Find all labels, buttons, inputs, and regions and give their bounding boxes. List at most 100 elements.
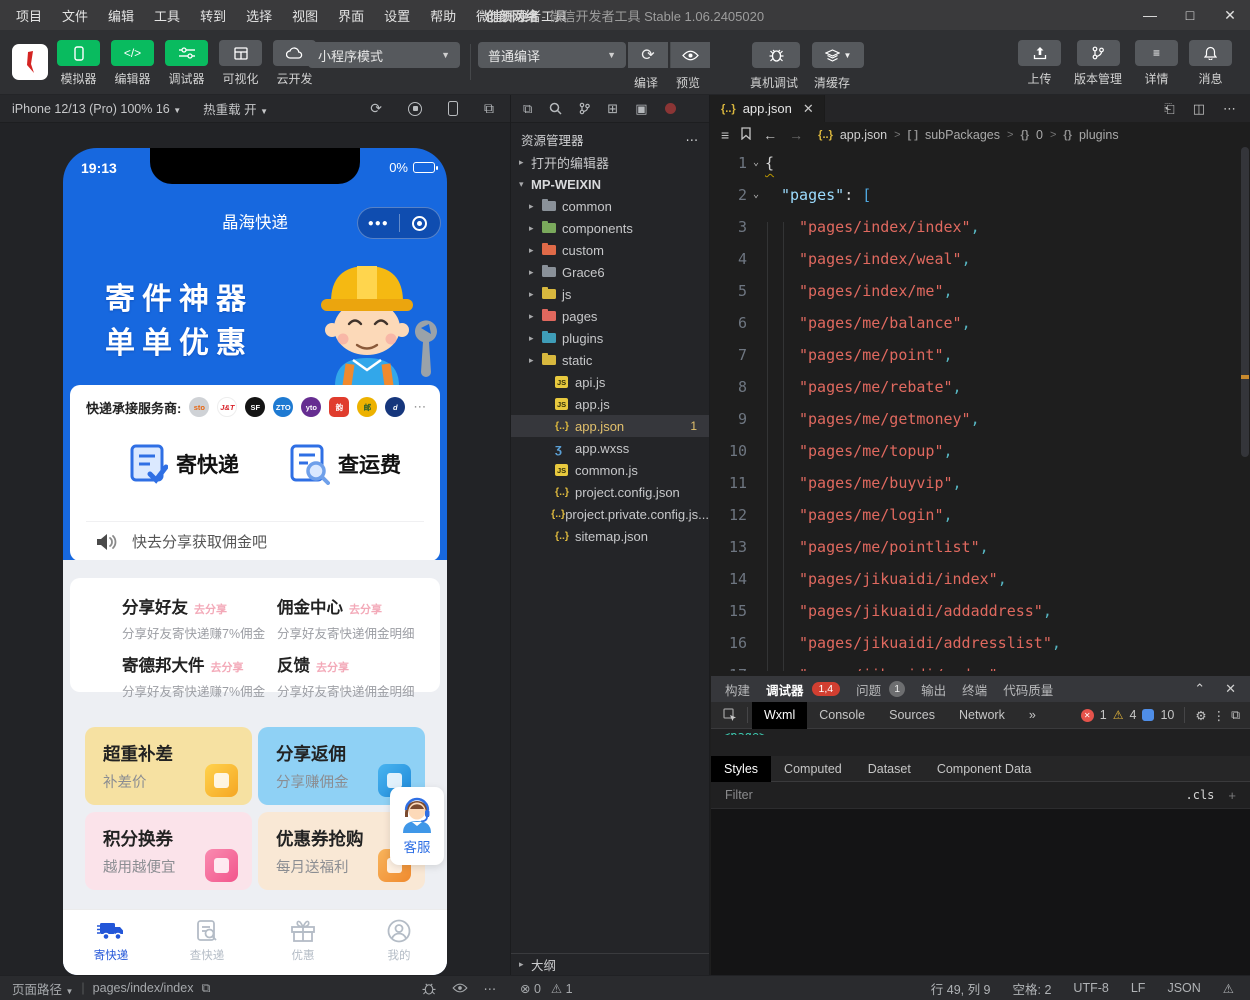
tab-terminal[interactable]: 终端 xyxy=(962,680,987,699)
devtools-tab[interactable]: Network xyxy=(947,702,1017,729)
warning-summary[interactable]: ⚠ 1 xyxy=(551,981,573,996)
tree-item[interactable]: ▸plugins xyxy=(511,327,709,349)
export-icon[interactable]: ▣ xyxy=(635,101,647,117)
tree-item[interactable]: {..}project.config.json xyxy=(511,481,709,503)
copy-icon[interactable]: ⧉ xyxy=(201,981,210,996)
query-freight-button[interactable]: 查运费 xyxy=(288,443,401,485)
tree-item[interactable]: {..}app.json1 xyxy=(511,415,709,437)
menu-item[interactable]: 界面 xyxy=(328,6,374,25)
tree-item[interactable]: ▸custom xyxy=(511,239,709,261)
feature-item[interactable]: 反馈去分享 分享好友寄快递佣金明细 xyxy=(277,652,432,700)
promo-card[interactable]: 超重补差 补差价 xyxy=(85,727,252,805)
breadcrumb[interactable]: ≡ ← → {..}app.json > [ ]subPackages > {}… xyxy=(711,122,1250,147)
simulator-toggle[interactable]: 模拟器 xyxy=(55,40,102,87)
close-panel-icon[interactable]: ✕ xyxy=(1225,681,1236,697)
close-button[interactable]: ✕ xyxy=(1210,0,1250,30)
warning-icon[interactable]: ⚠ xyxy=(1113,708,1124,722)
editor-tab-appjson[interactable]: {..} app.json ✕ xyxy=(711,95,825,122)
fold-icon[interactable]: ⌄ xyxy=(747,179,765,211)
tab-build[interactable]: 构建 xyxy=(725,680,750,699)
coffee-icon[interactable] xyxy=(665,103,676,114)
error-icon[interactable]: ✕ xyxy=(1081,709,1094,722)
tab-coupons[interactable]: 优惠 xyxy=(255,910,351,975)
menu-item[interactable]: 视图 xyxy=(282,6,328,25)
record-icon[interactable] xyxy=(408,102,422,116)
editor-scrollbar[interactable] xyxy=(1240,147,1250,671)
tree-item[interactable]: {..}sitemap.json xyxy=(511,525,709,547)
tree-item[interactable]: ʒapp.wxss xyxy=(511,437,709,459)
eye-icon[interactable] xyxy=(452,983,468,993)
menu-item[interactable]: 编辑 xyxy=(98,6,144,25)
hot-reload-toggle[interactable]: 热重载 开 ▼ xyxy=(203,99,268,118)
tree-item[interactable]: ▸pages xyxy=(511,305,709,327)
bug-icon[interactable] xyxy=(422,982,436,995)
feature-item[interactable]: 佣金中心去分享 分享好友寄快递佣金明细 xyxy=(277,594,432,642)
tree-item[interactable]: ▸js xyxy=(511,283,709,305)
upload-button[interactable]: 上传 xyxy=(1016,40,1063,87)
tab-output[interactable]: 输出 xyxy=(921,680,946,699)
menu-item[interactable]: 设置 xyxy=(374,6,420,25)
split-icon[interactable]: ⊞ xyxy=(607,101,618,117)
info-icon[interactable] xyxy=(1142,709,1154,721)
styles-tab[interactable]: Styles xyxy=(711,756,771,782)
eol-setting[interactable]: LF xyxy=(1131,981,1146,995)
tree-item[interactable]: JSapi.js xyxy=(511,371,709,393)
search-icon[interactable] xyxy=(549,102,562,115)
mode-select[interactable]: 小程序模式▼ xyxy=(308,42,460,68)
code-area[interactable]: 1⌄{ 2⌄"pages": [ 3"pages/index/index", 4… xyxy=(711,147,1250,671)
devtools-tab[interactable]: Sources xyxy=(877,702,947,729)
styles-tab[interactable]: Dataset xyxy=(855,756,924,782)
menu-item[interactable]: 帮助 xyxy=(420,6,466,25)
more-icon[interactable]: ⋯ xyxy=(484,981,497,996)
message-button[interactable]: 消息 xyxy=(1187,40,1234,87)
share-announcement[interactable]: 快去分享获取佣金吧 xyxy=(96,531,267,552)
styles-tab[interactable]: Computed xyxy=(771,756,855,782)
debugger-toggle[interactable]: 调试器 xyxy=(163,40,210,87)
tree-item[interactable]: ▸components xyxy=(511,217,709,239)
error-summary[interactable]: ⊗ 0 xyxy=(520,981,541,996)
send-express-button[interactable]: 寄快递 xyxy=(128,443,239,485)
filter-input[interactable]: Filter xyxy=(725,788,753,802)
device-frame-icon[interactable] xyxy=(448,101,458,116)
open-editors-section[interactable]: ▸打开的编辑器 xyxy=(511,151,709,173)
tab-problems[interactable]: 问题 xyxy=(856,680,881,699)
refresh-icon[interactable]: ⟳ xyxy=(370,100,382,117)
tree-item[interactable]: JSapp.js xyxy=(511,393,709,415)
menu-item[interactable]: 工具 xyxy=(144,6,190,25)
tab-code-quality[interactable]: 代码质量 xyxy=(1003,680,1053,699)
maximize-button[interactable]: □ xyxy=(1170,0,1210,30)
version-control-button[interactable]: 版本管理 xyxy=(1070,40,1126,87)
cls-toggle[interactable]: .cls xyxy=(1186,788,1215,802)
feature-item[interactable]: 分享好友去分享 分享好友寄快递赚7%佣金 xyxy=(122,594,277,642)
encoding[interactable]: UTF-8 xyxy=(1073,981,1108,995)
capsule-menu[interactable]: ●●● xyxy=(357,207,441,239)
clear-cache-button[interactable]: ▼ xyxy=(812,42,864,68)
project-root[interactable]: ▾MP-WEIXIN xyxy=(511,173,709,195)
tree-item[interactable]: JScommon.js xyxy=(511,459,709,481)
kebab-menu-icon[interactable]: ⋮ xyxy=(1213,708,1226,723)
editor-toggle[interactable]: </> 编辑器 xyxy=(109,40,156,87)
tree-item[interactable]: {..}project.private.config.js... xyxy=(511,503,709,525)
menu-item[interactable]: 文件 xyxy=(52,6,98,25)
tab-profile[interactable]: 我的 xyxy=(351,910,447,975)
fold-icon[interactable]: ⌄ xyxy=(747,147,765,179)
menu-item[interactable]: 转到 xyxy=(190,6,236,25)
add-style-icon[interactable]: + xyxy=(1228,788,1236,803)
tree-item[interactable]: ▸static xyxy=(511,349,709,371)
dock-side-icon[interactable]: ⧉ xyxy=(1231,708,1240,723)
settings-gear-icon[interactable]: ⚙ xyxy=(1195,708,1206,723)
visualize-toggle[interactable]: 可视化 xyxy=(217,40,264,87)
compile-button[interactable]: ⟳ xyxy=(628,42,668,68)
cursor-position[interactable]: 行 49, 列 9 xyxy=(931,979,991,998)
styles-tab[interactable]: Component Data xyxy=(924,756,1045,782)
compile-mode-select[interactable]: 普通编译▼ xyxy=(478,42,626,68)
tab-debugger[interactable]: 调试器 xyxy=(766,680,804,699)
devtools-tab[interactable]: Wxml xyxy=(752,702,807,729)
forward-icon[interactable]: → xyxy=(789,127,803,143)
menu-item[interactable]: 微信开发者工具 xyxy=(466,6,577,25)
minimize-button[interactable]: — xyxy=(1130,0,1170,30)
feature-item[interactable]: 寄德邦大件去分享 分享好友寄快递赚7%佣金 xyxy=(122,652,277,700)
more-icon[interactable]: ⋯ xyxy=(686,132,700,147)
back-icon[interactable]: ← xyxy=(763,127,777,143)
device-select[interactable]: iPhone 12/13 (Pro) 100% 16 ▼ xyxy=(12,102,181,116)
